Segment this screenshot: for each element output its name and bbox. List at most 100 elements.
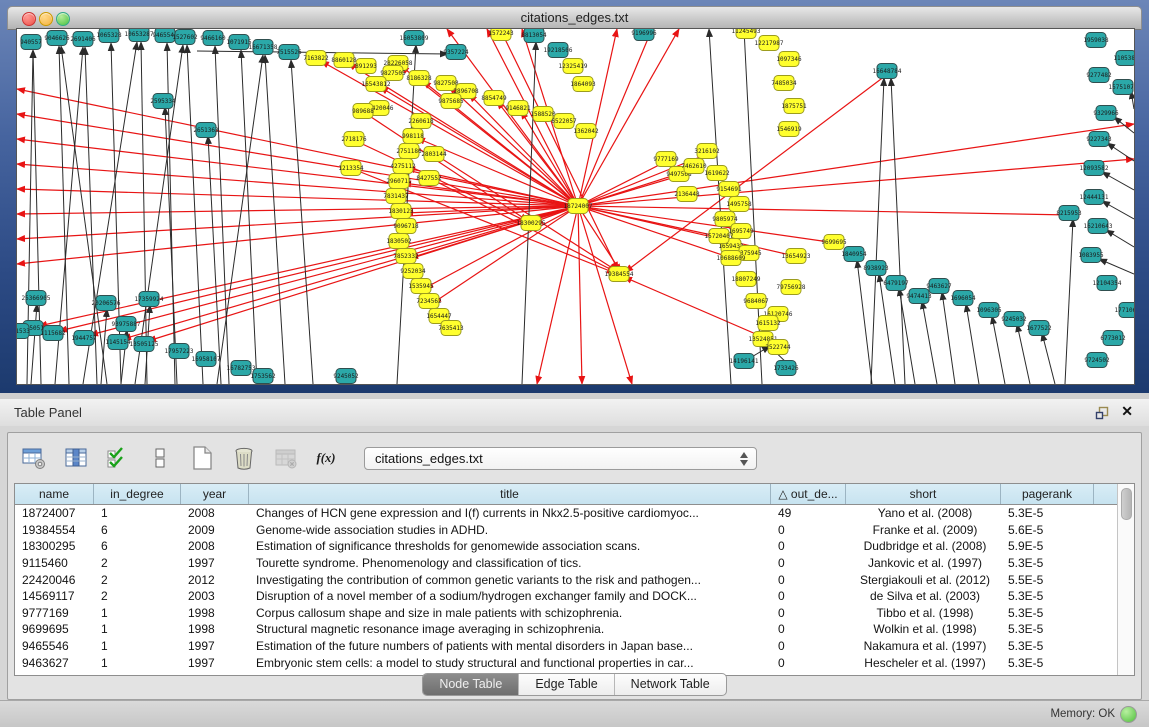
graph-node[interactable]: 8854749 [481, 91, 507, 106]
graph-node[interactable]: 7831437 [383, 189, 409, 204]
graph-node[interactable]: 9329966 [1093, 106, 1119, 121]
table-row[interactable]: 2242004622012Investigating the contribut… [15, 571, 1118, 588]
graph-node[interactable]: 17710633 [1115, 303, 1134, 318]
table-row[interactable]: 977716911998Corpus callosum shape and si… [15, 605, 1118, 622]
graph-node[interactable]: 9196996 [631, 29, 657, 41]
graph-node[interactable]: 6479197 [883, 276, 909, 291]
graph-node[interactable]: 7515526 [276, 45, 302, 60]
graph-edge[interactable] [1102, 201, 1134, 219]
graph-node[interactable]: 989688 [352, 104, 374, 119]
graph-node[interactable]: 2751186 [396, 144, 422, 159]
graph-edge[interactable] [578, 206, 632, 384]
graph-edge[interactable] [1102, 172, 1134, 190]
graph-edge[interactable] [187, 45, 203, 384]
vertical-scrollbar[interactable] [1117, 484, 1134, 675]
graph-edge[interactable] [123, 206, 578, 339]
graph-node[interactable]: 9875685 [438, 94, 464, 109]
graph-node[interactable]: 2651363 [193, 123, 219, 138]
graph-node[interactable]: 2803144 [421, 147, 447, 162]
graph-node[interactable]: 6522057 [551, 114, 577, 129]
graph-node[interactable]: 940557 [20, 35, 42, 50]
graph-edge[interactable] [578, 206, 582, 384]
graph-node[interactable]: 2691406 [70, 32, 96, 47]
graph-node[interactable]: 1527602 [172, 30, 198, 45]
graph-node[interactable]: 12104354 [1093, 276, 1122, 291]
graph-node[interactable]: 1535945 [408, 279, 434, 294]
graph-node[interactable]: 9474413 [906, 289, 932, 304]
graph-node[interactable]: 1105385 [1113, 51, 1134, 66]
graph-node[interactable]: 9466160 [200, 31, 226, 46]
table-row[interactable]: 1872400712008Changes of HCN gene express… [15, 505, 1118, 522]
graph-node[interactable]: 2136448 [674, 187, 700, 202]
graph-node[interactable]: 7852332 [393, 249, 419, 264]
table-row[interactable]: 946554611997Estimation of the future num… [15, 638, 1118, 655]
graph-node[interactable]: 1696054 [950, 291, 976, 306]
graph-node[interactable]: 9096718 [393, 219, 419, 234]
graph-node[interactable]: 991533 [17, 324, 30, 339]
window-titlebar[interactable]: citations_edges.txt [7, 6, 1142, 30]
graph-edge[interactable] [922, 301, 937, 384]
graph-node[interactable]: 2260618 [408, 114, 434, 129]
graph-edge[interactable] [578, 29, 617, 206]
graph-edge[interactable] [165, 107, 177, 384]
graph-node[interactable]: 3216102 [694, 144, 720, 159]
graph-edge[interactable] [966, 304, 979, 384]
graph-node[interactable]: 7635413 [438, 321, 464, 336]
select-rows-icon[interactable] [104, 445, 131, 472]
graph-edge[interactable] [90, 206, 578, 335]
graph-edge[interactable] [1065, 219, 1073, 384]
graph-node[interactable]: 2522744 [765, 340, 791, 355]
graph-node[interactable]: 1096305 [976, 303, 1002, 318]
graph-node[interactable]: 1830123 [388, 204, 414, 219]
graph-node[interactable]: 11245493 [732, 29, 761, 39]
graph-node[interactable]: 9227343 [1086, 132, 1112, 147]
graph-node[interactable]: 2595334 [150, 94, 176, 109]
graph-edge[interactable] [39, 206, 578, 326]
table-row[interactable]: 1830029562008Estimation of significance … [15, 538, 1118, 555]
graph-node[interactable]: 9245032 [1001, 312, 1027, 327]
table-row[interactable]: 1456911722003Disruption of a novel membe… [15, 588, 1118, 605]
graph-node[interactable]: 9684067 [743, 294, 769, 309]
row-height-icon[interactable] [146, 445, 173, 472]
column-header-short[interactable]: short [846, 484, 1001, 504]
graph-edge[interactable] [578, 29, 652, 206]
tab-node-table[interactable]: Node Table [423, 674, 519, 695]
delete-column-icon[interactable] [230, 445, 257, 472]
graph-node[interactable]: 9154691 [716, 182, 742, 197]
graph-node[interactable]: 8860128 [331, 53, 357, 68]
citation-network-graph[interactable]: 9405579046626269140610653281065328794655… [17, 29, 1134, 384]
graph-edge[interactable] [1107, 143, 1134, 161]
scrollbar-thumb[interactable] [1121, 488, 1132, 520]
graph-node[interactable]: 1495758 [726, 197, 752, 212]
graph-edge[interactable] [625, 73, 889, 272]
graph-node[interactable]: 8215953 [1056, 206, 1082, 221]
graph-node[interactable]: 1083955 [1078, 248, 1104, 263]
graph-node[interactable]: 1546919 [776, 122, 802, 137]
graph-edge[interactable] [111, 43, 121, 384]
graph-edge[interactable] [265, 55, 285, 384]
graph-node[interactable]: 1840954 [841, 247, 867, 262]
graph-node[interactable]: 1753562 [250, 369, 276, 384]
graph-edge[interactable] [31, 304, 37, 384]
graph-edge[interactable] [17, 89, 578, 206]
graph-edge[interactable] [578, 29, 679, 206]
graph-node[interactable]: 17957223 [165, 344, 194, 359]
table-settings-icon[interactable] [20, 445, 47, 472]
graph-edge[interactable] [578, 206, 799, 257]
graph-node[interactable]: 6773012 [1100, 331, 1126, 346]
graph-node[interactable]: 25366905 [22, 291, 51, 306]
graph-node[interactable]: 8813054 [521, 29, 547, 43]
graph-node[interactable]: 9357224 [443, 45, 469, 60]
column-header-out_de[interactable]: △ out_de... [771, 484, 846, 504]
graph-node[interactable]: 1733426 [773, 361, 799, 376]
table-select[interactable]: citations_edges.txt [364, 447, 757, 470]
close-panel-icon[interactable]: ✕ [1121, 403, 1133, 420]
graph-node[interactable]: 8186328 [406, 71, 432, 86]
graph-node[interactable]: 8938923 [863, 261, 889, 276]
graph-node[interactable]: 9463627 [926, 279, 952, 294]
graph-edge[interactable] [217, 55, 263, 384]
graph-node[interactable]: 2718176 [341, 132, 367, 147]
graph-node[interactable]: 15751074 [1109, 80, 1134, 95]
graph-edge[interactable] [522, 42, 536, 384]
graph-node[interactable]: 4275112 [390, 159, 416, 174]
